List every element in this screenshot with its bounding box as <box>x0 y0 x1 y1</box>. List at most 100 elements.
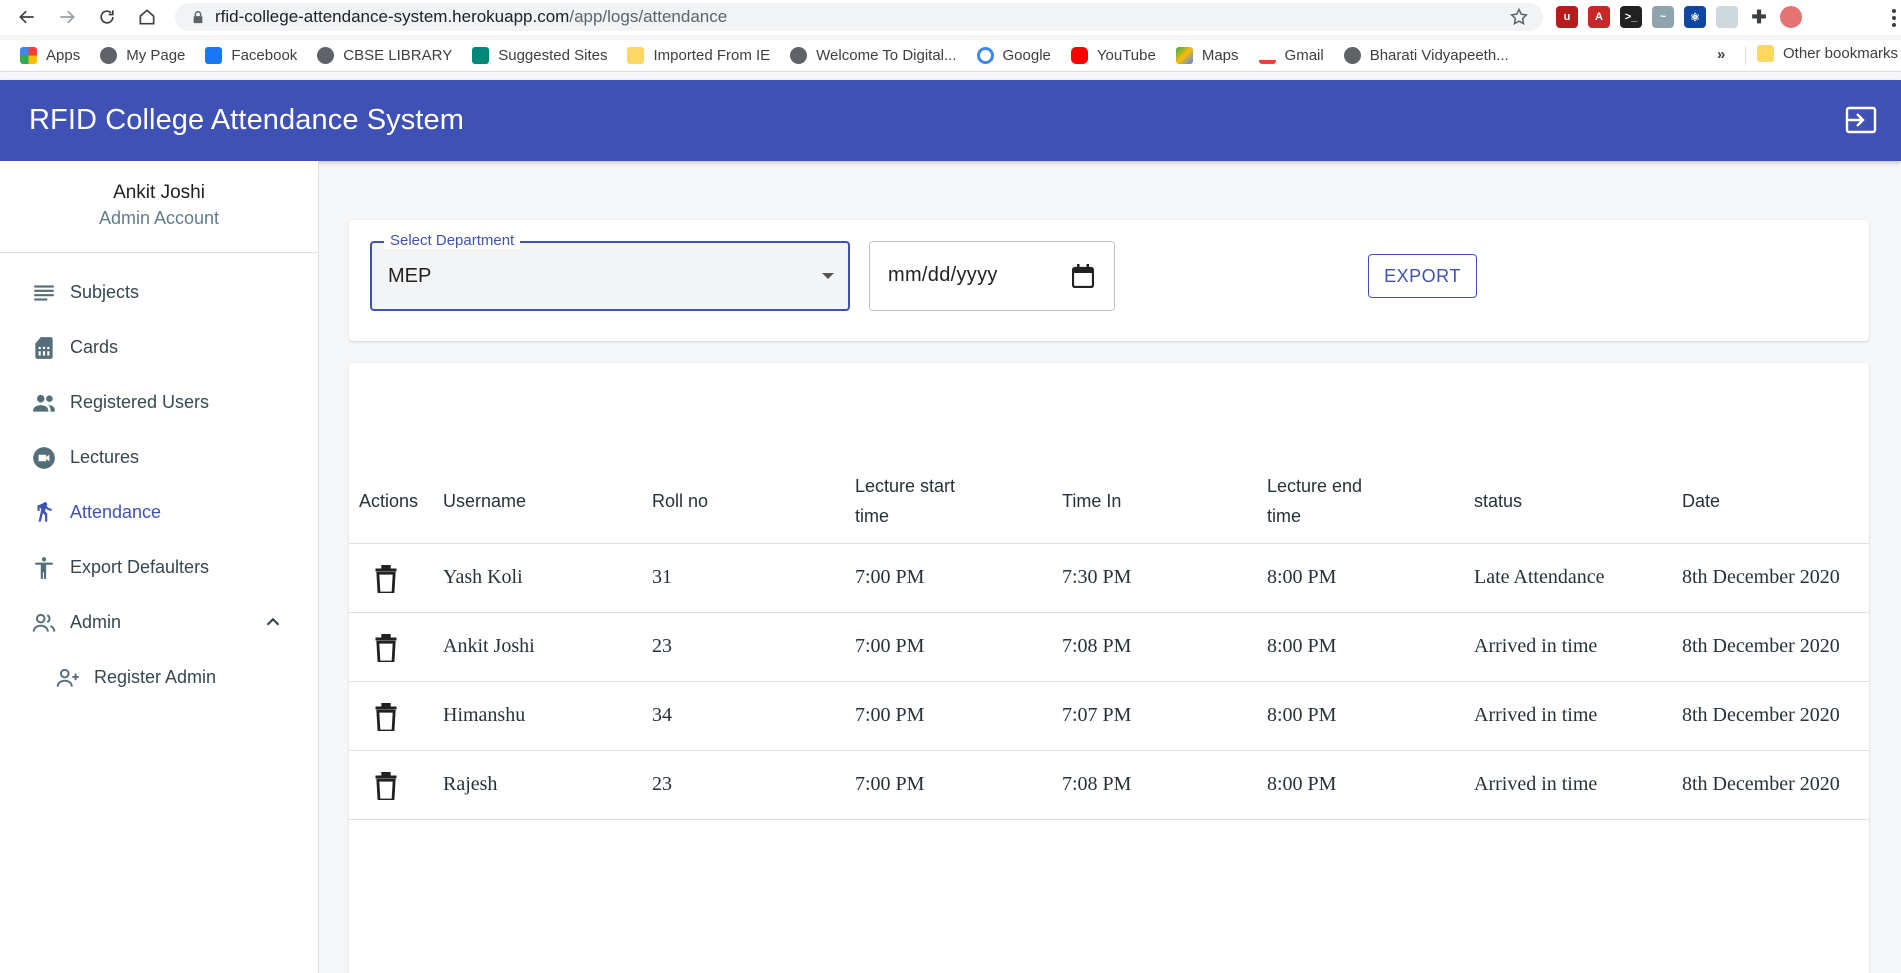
column-header-lecture-end: Lecture end time <box>1267 476 1363 526</box>
cell-time-in: 7:30 PM <box>1062 566 1132 588</box>
cell-time-in: 7:08 PM <box>1062 773 1132 795</box>
reload-icon[interactable] <box>90 0 124 34</box>
sidebar-item-admin[interactable]: Admin <box>0 595 318 650</box>
bookmark-digital[interactable]: Welcome To Digital... <box>790 47 957 64</box>
sidebar-item-attendance[interactable]: Attendance <box>0 485 318 540</box>
ublock-icon[interactable]: u <box>1556 6 1578 28</box>
date-input[interactable]: mm/dd/yyyy <box>869 241 1115 311</box>
bookmarks-divider <box>1745 47 1746 65</box>
person-outline-icon <box>30 609 58 637</box>
cell-date: 8th December 2020 <box>1682 704 1840 726</box>
extensions-area: u A >_ ~ ⚛ ✚ <box>1556 2 1802 32</box>
sidebar-item-label: Lectures <box>70 447 140 467</box>
sidebar-item-cards[interactable]: Cards <box>0 320 318 375</box>
url-path: /app/logs/attendance <box>569 7 728 26</box>
walk-icon <box>30 499 58 527</box>
back-icon[interactable] <box>10 0 44 34</box>
cell-lecture-end: 8:00 PM <box>1267 773 1337 795</box>
forward-icon[interactable] <box>50 0 84 34</box>
bookmark-suggested[interactable]: Suggested Sites <box>472 47 607 64</box>
people-icon <box>30 389 58 417</box>
sidebar: Ankit Joshi Admin Account Subjects Cards… <box>0 161 319 973</box>
dropdown-arrow-icon <box>822 273 834 279</box>
department-select-label: Select Department <box>384 232 521 249</box>
cell-username: Yash Koli <box>443 566 523 588</box>
react-icon[interactable]: ⚛ <box>1684 6 1706 28</box>
calendar-icon[interactable] <box>1072 264 1094 288</box>
delete-icon[interactable] <box>373 634 399 662</box>
cell-status: Arrived in time <box>1474 704 1598 726</box>
column-header-actions: Actions <box>359 491 419 511</box>
cell-time-in: 7:08 PM <box>1062 635 1132 657</box>
column-header-date: Date <box>1682 491 1721 511</box>
logout-icon[interactable] <box>1845 106 1877 134</box>
sidebar-item-label: Subjects <box>70 282 140 302</box>
extension-swirl-icon[interactable]: ~ <box>1652 6 1674 28</box>
avatar[interactable] <box>1780 6 1802 28</box>
cell-status: Arrived in time <box>1474 635 1598 657</box>
sidebar-item-subjects[interactable]: Subjects <box>0 265 318 320</box>
filter-panel: Select Department MEP mm/dd/yyyy EXPORT <box>349 220 1869 341</box>
other-bookmarks[interactable]: Other bookmarks <box>1757 45 1898 62</box>
bookmarks-bar: Apps My Page Facebook CBSE LIBRARY Sugge… <box>0 40 1901 72</box>
globe-icon <box>317 47 335 64</box>
cell-roll: 34 <box>652 704 672 726</box>
sidebar-item-registered-users[interactable]: Registered Users <box>0 375 318 430</box>
cell-username: Ankit Joshi <box>443 635 535 657</box>
bookmark-gmail[interactable]: Gmail <box>1258 47 1324 64</box>
sidebar-item-label: Export Defaulters <box>70 557 210 577</box>
gmail-icon <box>1258 47 1276 64</box>
delete-icon[interactable] <box>373 772 399 800</box>
bookmark-maps[interactable]: Maps <box>1175 47 1239 64</box>
sidebar-menu: Subjects Cards Registered Users Lectures… <box>0 253 318 705</box>
column-header-roll: Roll no <box>652 491 709 511</box>
table-header: Actions Username Roll no Lecture start t… <box>349 459 1869 544</box>
facebook-icon <box>205 47 223 64</box>
bookmark-youtube[interactable]: YouTube <box>1070 47 1156 64</box>
cell-date: 8th December 2020 <box>1682 773 1840 795</box>
sidebar-item-lectures[interactable]: Lectures <box>0 430 318 485</box>
table-row: Ankit Joshi 23 7:00 PM 7:08 PM 8:00 PM A… <box>349 613 1869 682</box>
column-header-username: Username <box>443 491 527 511</box>
apps-grid-icon <box>20 47 37 64</box>
bookmark-bharati[interactable]: Bharati Vidyapeeth... <box>1343 47 1509 64</box>
table-row: Rajesh 23 7:00 PM 7:08 PM 8:00 PM Arrive… <box>349 751 1869 820</box>
browser-toolbar: rfid-college-attendance-system.herokuapp… <box>0 0 1901 35</box>
chevron-up-icon[interactable] <box>262 611 284 633</box>
export-button[interactable]: EXPORT <box>1368 254 1477 298</box>
date-input-placeholder: mm/dd/yyyy <box>888 264 998 286</box>
more-vert-icon[interactable] <box>1891 8 1897 28</box>
column-header-lecture-start: Lecture start time <box>855 476 956 526</box>
bookmark-my-page[interactable]: My Page <box>100 47 185 64</box>
bing-icon <box>472 47 490 64</box>
profile-block: Ankit Joshi Admin Account <box>0 161 318 253</box>
delete-icon[interactable] <box>373 703 399 731</box>
folder-icon <box>627 47 645 64</box>
sidebar-item-register-admin[interactable]: Register Admin <box>0 650 318 705</box>
profile-name: Ankit Joshi <box>113 182 205 203</box>
table-row: Himanshu 34 7:00 PM 7:07 PM 8:00 PM Arri… <box>349 682 1869 751</box>
globe-icon <box>100 47 118 64</box>
home-icon[interactable] <box>130 0 164 34</box>
bookmark-star-icon[interactable] <box>1509 7 1529 27</box>
pdf-icon[interactable]: A <box>1588 6 1610 28</box>
bookmark-apps[interactable]: Apps <box>20 47 80 64</box>
app-title: RFID College Attendance System <box>29 104 464 136</box>
delete-icon[interactable] <box>373 565 399 593</box>
extension-gray-icon[interactable] <box>1716 6 1738 28</box>
address-bar[interactable]: rfid-college-attendance-system.herokuapp… <box>175 3 1543 31</box>
bookmark-imported[interactable]: Imported From IE <box>627 47 770 64</box>
bookmark-google[interactable]: Google <box>976 47 1051 64</box>
youtube-icon <box>1070 47 1088 64</box>
cell-time-in: 7:07 PM <box>1062 704 1132 726</box>
sidebar-item-export-defaulters[interactable]: Export Defaulters <box>0 540 318 595</box>
bookmarks-overflow-button[interactable]: » <box>1717 46 1725 63</box>
bookmark-cbse[interactable]: CBSE LIBRARY <box>317 47 452 64</box>
cell-roll: 31 <box>652 566 672 588</box>
puzzle-icon[interactable]: ✚ <box>1748 6 1770 28</box>
department-select[interactable]: Select Department MEP <box>370 232 850 311</box>
bookmark-facebook[interactable]: Facebook <box>205 47 297 64</box>
sidebar-item-label: Cards <box>70 337 119 357</box>
terminal-icon[interactable]: >_ <box>1620 6 1642 28</box>
cell-status: Arrived in time <box>1474 773 1598 795</box>
